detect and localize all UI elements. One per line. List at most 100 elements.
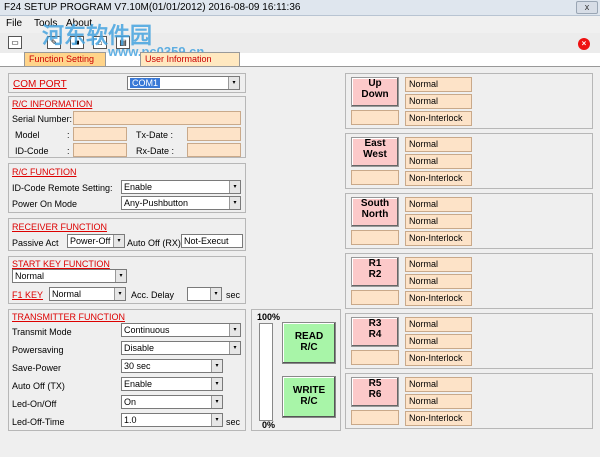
start-key-select[interactable]: Normal ▾ xyxy=(12,269,127,283)
tx-row-select[interactable]: Continuous ▾ xyxy=(121,323,241,337)
tx-row-label: Auto Off (TX) xyxy=(12,381,65,391)
button-group-r1-r2: R1 R2 Normal Normal Non-Interlock xyxy=(345,253,593,309)
progress-bottom-label: 0% xyxy=(262,420,276,430)
menu-file[interactable]: File xyxy=(6,18,22,29)
chevron-down-icon: ▾ xyxy=(229,324,240,336)
up-down-line1: Up xyxy=(368,78,382,89)
read-rc-button[interactable]: READ R/C xyxy=(282,322,336,364)
chevron-down-icon: ▾ xyxy=(115,270,126,282)
com-port-label: COM PORT xyxy=(13,79,67,90)
chevron-down-icon: ▾ xyxy=(210,288,221,300)
window-close-button[interactable]: x xyxy=(576,1,598,14)
button-group-east-west: East West Normal Normal Non-Interlock xyxy=(345,133,593,189)
r3-r4-status-3: Non-Interlock xyxy=(405,351,472,366)
east-west-status-3: Non-Interlock xyxy=(405,171,472,186)
acc-delay-unit: sec xyxy=(226,290,241,300)
write-line2: R/C xyxy=(300,396,318,407)
r1-r2-button[interactable]: R1 R2 xyxy=(351,257,399,287)
chevron-down-icon: ▾ xyxy=(114,288,125,300)
south-north-line2: North xyxy=(361,209,389,220)
serial-number-field xyxy=(73,111,241,125)
up-down-status-3: Non-Interlock xyxy=(405,111,472,126)
south-north-button[interactable]: South North xyxy=(351,197,399,227)
rc-info-title: R/C INFORMATION xyxy=(12,99,93,109)
id-code-label: ID-Code xyxy=(15,146,49,156)
transmitter-title: TRANSMITTER FUNCTION xyxy=(12,312,125,322)
auto-off-rx-select[interactable]: Not-Execut xyxy=(181,234,243,248)
chevron-down-icon: ▾ xyxy=(211,414,222,426)
acc-delay-select[interactable]: ▾ xyxy=(187,287,222,301)
tx-row-label: Transmit Mode xyxy=(12,327,72,337)
r5-r6-status-3: Non-Interlock xyxy=(405,411,472,426)
east-west-line2: West xyxy=(363,149,387,160)
r5-r6-button[interactable]: R5 R6 xyxy=(351,377,399,407)
tx-row-value: Enable xyxy=(124,379,153,389)
window-title: F24 SETUP PROGRAM V7.10M(01/01/2012) 201… xyxy=(4,2,301,13)
r1-r2-status-1: Normal xyxy=(405,257,472,272)
tx-row-value: On xyxy=(124,397,137,407)
power-on-select[interactable]: Any-Pushbutton ▾ xyxy=(121,196,241,210)
receiver-title: RECEIVER FUNCTION xyxy=(12,222,108,232)
tx-row-select[interactable]: 30 sec ▾ xyxy=(121,359,223,373)
model-label: Model xyxy=(15,130,40,140)
r1-r2-line1: R1 xyxy=(368,258,382,269)
east-west-status-1: Normal xyxy=(405,137,472,152)
transmitter-panel: TRANSMITTER FUNCTION Transmit Mode Conti… xyxy=(8,309,246,431)
id-code-colon: : xyxy=(67,146,70,156)
com-port-panel: COM PORT COM1 ▾ xyxy=(8,73,246,93)
up-down-status-2: Normal xyxy=(405,94,472,109)
power-on-label: Power On Mode xyxy=(12,199,78,209)
model-field xyxy=(73,127,127,141)
progress-top-label: 100% xyxy=(257,312,281,322)
tx-row-value: 30 sec xyxy=(124,361,151,371)
r5-r6-blank xyxy=(351,410,399,425)
com-port-select[interactable]: COM1 ▾ xyxy=(127,76,240,90)
chevron-down-icon: ▾ xyxy=(229,197,240,209)
tx-row-value: Continuous xyxy=(124,325,170,335)
up-down-button[interactable]: Up Down xyxy=(351,77,399,107)
f1-key-label: F1 KEY xyxy=(12,290,44,300)
open-folder-icon[interactable]: ▭ xyxy=(8,36,22,49)
tx-row-select[interactable]: On ▾ xyxy=(121,395,223,409)
tab-user-information[interactable]: User Information xyxy=(140,52,240,67)
write-rc-button[interactable]: WRITE R/C xyxy=(282,376,336,418)
r1-r2-line2: R2 xyxy=(368,269,382,280)
chevron-down-icon: ▾ xyxy=(211,378,222,390)
passive-act-select[interactable]: Power-Off ▾ xyxy=(67,234,125,248)
tx-row-select[interactable]: 1.0 ▾ xyxy=(121,413,223,427)
east-west-status-2: Normal xyxy=(405,154,472,169)
chevron-down-icon: ▾ xyxy=(229,342,240,354)
r3-r4-button[interactable]: R3 R4 xyxy=(351,317,399,347)
south-north-status-3: Non-Interlock xyxy=(405,231,472,246)
up-down-status-1: Normal xyxy=(405,77,472,92)
tx-row-label: Led-Off-Time xyxy=(12,417,65,427)
passive-act-label: Passive Act xyxy=(12,238,59,248)
tx-date-label: Tx-Date : xyxy=(136,130,174,140)
south-north-status-2: Normal xyxy=(405,214,472,229)
chevron-down-icon: ▾ xyxy=(228,77,239,89)
close-icon[interactable]: × xyxy=(578,38,590,50)
tx-row-select[interactable]: Enable ▾ xyxy=(121,377,223,391)
r1-r2-status-3: Non-Interlock xyxy=(405,291,472,306)
rx-date-label: Rx-Date : xyxy=(136,146,175,156)
f1-key-select[interactable]: Normal ▾ xyxy=(49,287,126,301)
rc-function-title: R/C FUNCTION xyxy=(12,167,77,177)
auto-off-rx-value: Not-Execut xyxy=(184,236,229,246)
r5-r6-status-1: Normal xyxy=(405,377,472,392)
tab-function-setting[interactable]: Function Setting xyxy=(24,52,106,67)
start-key-value: Normal xyxy=(15,271,45,281)
south-north-blank xyxy=(351,230,399,245)
east-west-button[interactable]: East West xyxy=(351,137,399,167)
r3-r4-line1: R3 xyxy=(368,318,382,329)
east-west-blank xyxy=(351,170,399,185)
r3-r4-line2: R4 xyxy=(368,329,382,340)
tx-row-select[interactable]: Disable ▾ xyxy=(121,341,241,355)
auto-off-rx-label: Auto Off (RX): xyxy=(127,238,184,248)
id-remote-select[interactable]: Enable ▾ xyxy=(121,180,241,194)
r3-r4-status-1: Normal xyxy=(405,317,472,332)
up-down-blank xyxy=(351,110,399,125)
r5-r6-status-2: Normal xyxy=(405,394,472,409)
tx-row-value: Disable xyxy=(124,343,155,353)
tx-row-value: 1.0 xyxy=(124,415,137,425)
up-down-line2: Down xyxy=(361,89,389,100)
